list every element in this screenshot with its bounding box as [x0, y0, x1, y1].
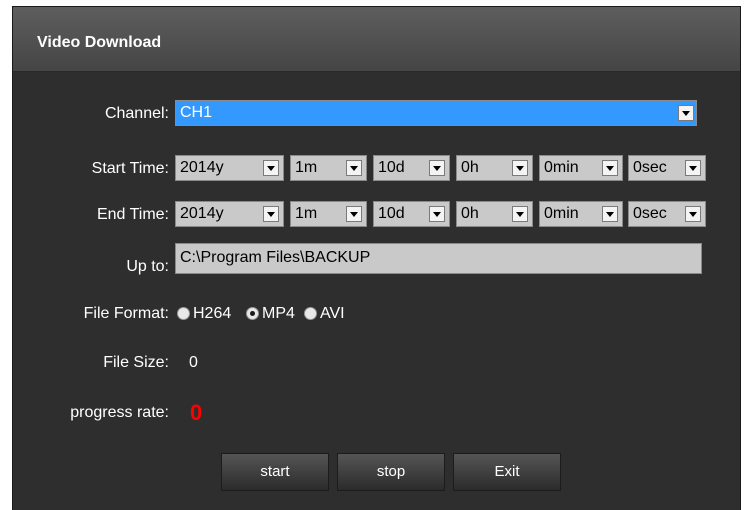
radio-avi-label: AVI	[320, 305, 345, 322]
end-day-select[interactable]: 10d	[373, 201, 450, 227]
start-time-label: Start Time:	[91, 160, 169, 177]
end-minute-value: 0min	[544, 205, 579, 222]
end-month-select[interactable]: 1m	[290, 201, 367, 227]
progress-rate-label: progress rate:	[70, 404, 169, 421]
title-bar: Video Download	[13, 7, 740, 72]
chevron-down-icon[interactable]	[346, 160, 362, 176]
start-year-select[interactable]: 2014y	[175, 155, 284, 181]
start-hour-select[interactable]: 0h	[456, 155, 533, 181]
start-month-value: 1m	[295, 159, 318, 176]
start-year-value: 2014y	[180, 159, 224, 176]
video-download-dialog: Video Download Channel: CH1 Start Time: …	[12, 6, 741, 510]
file-size-value: 0	[189, 354, 198, 371]
start-minute-value: 0min	[544, 159, 579, 176]
start-second-select[interactable]: 0sec	[628, 155, 706, 181]
end-year-value: 2014y	[180, 205, 224, 222]
radio-h264-label: H264	[193, 305, 232, 322]
end-hour-select[interactable]: 0h	[456, 201, 533, 227]
dialog-title: Video Download	[37, 34, 162, 51]
stop-button[interactable]: stop	[337, 453, 445, 491]
end-year-select[interactable]: 2014y	[175, 201, 284, 227]
end-month-value: 1m	[295, 205, 318, 222]
progress-rate-value: 0	[190, 400, 203, 425]
chevron-down-icon[interactable]	[685, 206, 701, 222]
radio-mp4-label: MP4	[262, 305, 295, 322]
chevron-down-icon[interactable]	[602, 206, 618, 222]
chevron-down-icon[interactable]	[685, 160, 701, 176]
end-second-select[interactable]: 0sec	[628, 201, 706, 227]
start-button[interactable]: start	[221, 453, 329, 491]
chevron-down-icon[interactable]	[429, 206, 445, 222]
radio-avi[interactable]	[304, 307, 317, 320]
end-minute-select[interactable]: 0min	[539, 201, 623, 227]
chevron-down-icon[interactable]	[678, 105, 694, 121]
radio-mp4[interactable]	[246, 307, 259, 320]
backup-path-value: C:\Program Files\BACKUP	[180, 249, 371, 266]
exit-button[interactable]: Exit	[453, 453, 561, 491]
backup-path-input[interactable]: C:\Program Files\BACKUP	[175, 243, 702, 274]
end-hour-value: 0h	[461, 205, 479, 222]
end-second-value: 0sec	[633, 205, 667, 222]
chevron-down-icon[interactable]	[512, 206, 528, 222]
file-format-label: File Format:	[83, 305, 169, 322]
chevron-down-icon[interactable]	[346, 206, 362, 222]
start-minute-select[interactable]: 0min	[539, 155, 623, 181]
chevron-down-icon[interactable]	[512, 160, 528, 176]
end-day-value: 10d	[378, 205, 405, 222]
chevron-down-icon[interactable]	[429, 160, 445, 176]
chevron-down-icon[interactable]	[263, 160, 279, 176]
chevron-down-icon[interactable]	[602, 160, 618, 176]
channel-select[interactable]: CH1	[175, 100, 697, 126]
start-day-select[interactable]: 10d	[373, 155, 450, 181]
start-second-value: 0sec	[633, 159, 667, 176]
start-day-value: 10d	[378, 159, 405, 176]
channel-value: CH1	[180, 104, 213, 121]
up-to-label: Up to:	[126, 258, 169, 275]
start-hour-value: 0h	[461, 159, 479, 176]
radio-h264[interactable]	[177, 307, 190, 320]
start-month-select[interactable]: 1m	[290, 155, 367, 181]
channel-label: Channel:	[104, 105, 169, 122]
chevron-down-icon[interactable]	[263, 206, 279, 222]
end-time-label: End Time:	[96, 206, 169, 223]
file-size-label: File Size:	[103, 354, 169, 371]
